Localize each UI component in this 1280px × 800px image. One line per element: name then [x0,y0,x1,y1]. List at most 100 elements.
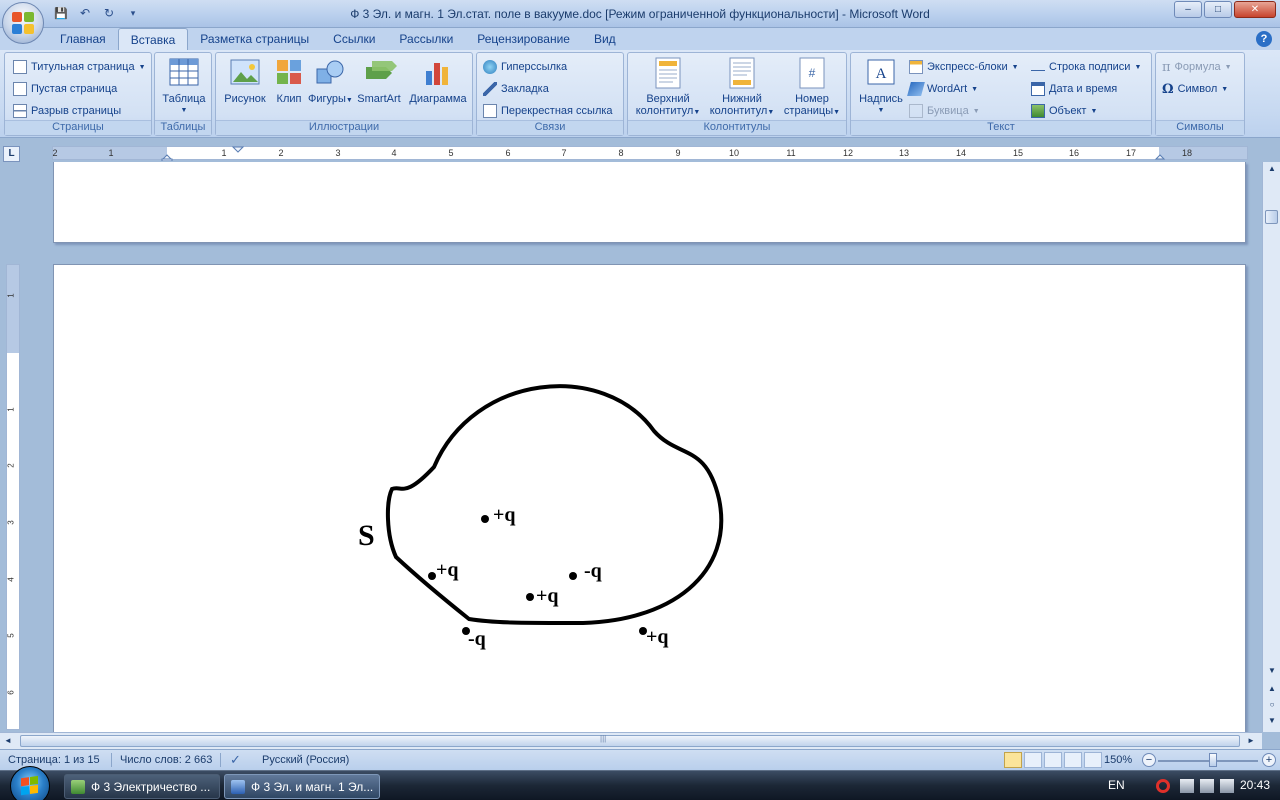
page-break-icon [13,104,27,118]
hyperlink-button[interactable]: Гиперссылка [483,57,567,77]
cover-page-button[interactable]: Титульная страница ▼ [13,57,146,77]
right-indent-icon[interactable] [1154,147,1166,161]
status-bar: Страница: 1 из 15 Число слов: 2 663 ✓ Ру… [0,749,1280,770]
cross-reference-button[interactable]: Перекрестная ссылка [483,101,613,121]
help-icon[interactable]: ? [1256,31,1272,47]
svg-text:#: # [809,66,816,80]
object-button[interactable]: Объект ▼ [1031,101,1097,121]
symbol-button[interactable]: Ω Символ ▼ [1162,79,1228,99]
windows-logo-icon [21,775,39,797]
clock[interactable]: 20:43 [1240,778,1270,792]
minimize-button[interactable]: – [1174,1,1202,18]
scroll-down-icon[interactable]: ▼ [1266,666,1278,678]
close-button[interactable]: ✕ [1234,1,1276,18]
web-layout-view-button[interactable] [1044,752,1062,768]
table-button[interactable]: Таблица ▼ [160,57,208,117]
safely-remove-icon[interactable] [1180,779,1194,793]
full-screen-reading-view-button[interactable] [1024,752,1042,768]
charge-label: -q [468,628,486,650]
first-line-indent-icon[interactable] [232,146,244,154]
scroll-left-icon[interactable]: ◄ [4,736,12,745]
tab-insert[interactable]: Вставка [117,28,189,50]
draft-view-button[interactable] [1084,752,1102,768]
start-button[interactable] [10,766,50,800]
ruler-number: 14 [955,148,967,158]
cross-reference-icon [483,104,497,118]
office-button[interactable] [2,2,44,44]
scroll-up-icon[interactable]: ▲ [1266,164,1278,176]
ruler-number: 6 [6,690,16,695]
ruler-number: 16 [1068,148,1080,158]
print-layout-view-button[interactable] [1004,752,1022,768]
equation-button[interactable]: π Формула ▼ [1162,57,1232,77]
tab-references[interactable]: Ссылки [321,28,387,50]
zoom-slider[interactable] [1158,760,1258,762]
word-count[interactable]: Число слов: 2 663 [120,754,212,766]
page-current[interactable]: S +q +q -q -q +q +q [53,264,1246,732]
date-time-button[interactable]: Дата и время [1031,79,1117,99]
ruler-number: 9 [675,148,681,158]
excel-file-icon [71,779,85,794]
page-break-button[interactable]: Разрыв страницы [13,101,121,121]
clip-button[interactable]: Клип [272,57,306,105]
document-area[interactable]: S +q +q -q -q +q +q [22,162,1262,732]
tab-mailings[interactable]: Рассылки [387,28,465,50]
horizontal-scroll-thumb[interactable] [20,735,1240,747]
textbox-button[interactable]: A Надпись ▼ [855,57,907,117]
zoom-out-button[interactable]: − [1142,753,1156,767]
tab-review[interactable]: Рецензирование [465,28,582,50]
zoom-level[interactable]: 150% [1104,754,1132,766]
page-number-button[interactable]: # Номер страницы▼ [780,57,844,119]
wordart-icon [907,82,925,96]
spellcheck-icon[interactable]: ✓ [230,752,241,768]
network-icon[interactable] [1200,779,1214,793]
ruler-number: 3 [6,520,16,525]
indent-marker-icon[interactable] [161,147,173,161]
bookmark-button[interactable]: Закладка [483,79,549,99]
picture-button[interactable]: Рисунок [220,57,270,105]
ruler-number: 4 [6,577,16,582]
footer-button[interactable]: Нижний колонтитул▼ [706,57,778,119]
taskbar-item-word[interactable]: Ф 3 Эл. и магн. 1 Эл... [224,774,380,799]
shapes-icon [315,57,345,89]
volume-icon[interactable] [1220,779,1234,793]
smartart-button[interactable]: SmartArt [354,57,404,105]
browse-object-icon[interactable]: ○ [1266,700,1278,712]
input-language[interactable]: EN [1108,778,1125,792]
tab-view[interactable]: Вид [582,28,628,50]
next-page-icon[interactable]: ▼ [1266,716,1278,728]
horizontal-scrollbar[interactable]: ◄ ||| ► [0,732,1262,749]
scroll-right-icon[interactable]: ► [1247,736,1255,745]
signature-line-button[interactable]: Строка подписи ▼ [1031,57,1141,77]
group-text: A Надпись ▼ Экспресс-блоки ▼ WordArt ▼ Бук… [850,52,1152,136]
vertical-scrollbar[interactable]: ▲ ▼ ▲ ○ ▼ [1262,162,1280,732]
vertical-ruler[interactable]: 1 1 2 3 4 5 6 [6,264,20,730]
header-button[interactable]: Верхний колонтитул▼ [632,57,704,119]
opera-icon[interactable] [1156,779,1170,793]
vertical-scroll-thumb[interactable] [1265,210,1278,224]
horizontal-ruler[interactable]: 2 1 1 2 3 4 5 6 7 8 9 10 11 12 13 14 15 … [52,146,1248,161]
surface-label: S [358,519,375,552]
wordart-button[interactable]: WordArt ▼ [907,79,978,99]
charge-label: +q [536,585,559,607]
zoom-in-button[interactable]: + [1262,753,1276,767]
chart-button[interactable]: Диаграмма [406,57,470,105]
charge-label: -q [584,560,602,582]
group-symbols: π Формула ▼ Ω Символ ▼ Символы [1155,52,1245,136]
tab-home[interactable]: Главная [48,28,118,50]
zoom-slider-thumb[interactable] [1209,753,1217,767]
page-previous-bottom[interactable] [53,162,1246,243]
quick-parts-button[interactable]: Экспресс-блоки ▼ [909,57,1019,77]
page-count[interactable]: Страница: 1 из 15 [8,754,100,766]
dropcap-button[interactable]: Буквица ▼ [909,101,980,121]
outline-view-button[interactable] [1064,752,1082,768]
object-icon [1031,104,1045,118]
shapes-button[interactable]: Фигуры▼ [308,57,353,107]
language-indicator[interactable]: Русский (Россия) [262,754,349,766]
taskbar-item-excel[interactable]: Ф 3 Электричество ... [64,774,220,799]
blank-page-button[interactable]: Пустая страница [13,79,117,99]
tab-selector[interactable]: L [3,146,20,162]
tab-page-layout[interactable]: Разметка страницы [188,28,321,50]
maximize-button[interactable]: □ [1204,1,1232,18]
previous-page-icon[interactable]: ▲ [1266,684,1278,696]
